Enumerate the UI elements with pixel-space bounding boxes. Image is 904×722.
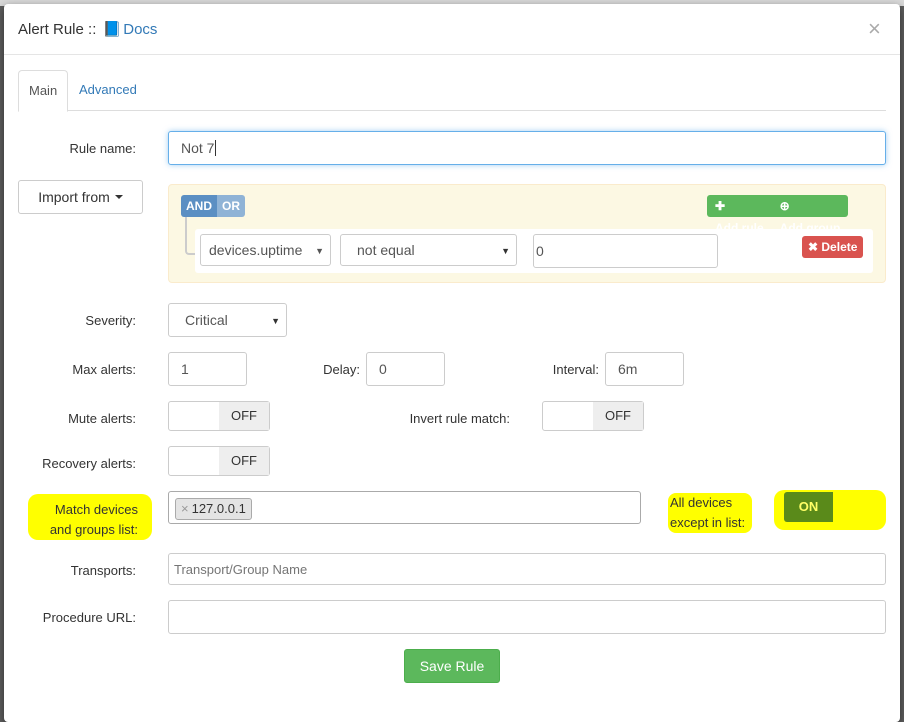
mute-alerts-toggle[interactable]: OFF — [168, 401, 270, 431]
invert-rule-toggle[interactable]: OFF — [542, 401, 644, 431]
add-rule-button[interactable]: ✚ Add rule — [707, 195, 772, 235]
delete-label: Delete — [821, 240, 858, 254]
recovery-alerts-state: OFF — [219, 447, 269, 475]
procedure-url-input[interactable] — [168, 600, 886, 634]
book-icon: 📘 — [102, 21, 122, 38]
all-devices-state: ON — [784, 492, 833, 522]
delay-value: 0 — [379, 361, 387, 377]
docs-label: Docs — [123, 21, 158, 38]
rule-value: 0 — [536, 243, 544, 259]
tab-bar: Main Advanced — [18, 70, 886, 112]
match-devices-select[interactable]: × 127.0.0.1 — [168, 491, 641, 524]
severity-value: Critical — [185, 312, 228, 328]
match-devices-label: Match devices and groups list: — [24, 500, 138, 540]
mute-alerts-state: OFF — [219, 402, 269, 430]
tab-main[interactable]: Main — [18, 70, 69, 112]
field-select-value: devices.uptime — [209, 242, 303, 258]
caret-down-icon — [114, 195, 123, 199]
save-rule-button[interactable]: Save Rule — [404, 649, 500, 683]
chevron-down-icon: ▼ — [315, 246, 324, 256]
add-buttons-group: ✚ Add rule ⊕ Add group — [707, 195, 849, 235]
and-button[interactable]: AND — [181, 195, 217, 217]
modal-title: Alert Rule :: 📘 Docs — [18, 20, 157, 38]
delete-icon: ✖ — [808, 240, 822, 254]
all-devices-label-line2: except in list: — [670, 515, 746, 530]
mute-alerts-label: Mute alerts: — [68, 411, 136, 426]
transports-label: Transports: — [70, 563, 136, 578]
rule-name-value: Not 7 — [181, 140, 215, 156]
delay-input[interactable]: 0 — [366, 352, 445, 386]
severity-select[interactable]: Critical ▼ — [168, 303, 287, 337]
add-group-button[interactable]: ⊕ Add group — [772, 195, 849, 235]
alert-rule-modal: Alert Rule :: 📘 Docs × Main Advanced Rule… — [4, 4, 900, 722]
query-builder: AND OR ✚ Add rule ⊕ Add group devices.up… — [168, 184, 886, 283]
severity-label: Severity: — [85, 313, 136, 328]
rule-row: devices.uptime ▼ not equal ▼ 0 ✖ Delete — [195, 229, 873, 273]
all-devices-toggle[interactable]: ON — [784, 492, 886, 522]
max-alerts-input[interactable]: 1 — [168, 352, 247, 386]
rule-value-input[interactable]: 0 — [533, 234, 718, 268]
transports-input[interactable] — [168, 553, 886, 585]
all-devices-label-line1: All devices — [670, 495, 733, 510]
or-button[interactable]: OR — [217, 195, 245, 217]
plus-icon: ✚ — [715, 199, 726, 213]
remove-tag-icon[interactable]: × — [181, 501, 189, 516]
max-alerts-label: Max alerts: — [72, 362, 136, 377]
recovery-alerts-label: Recovery alerts: — [42, 456, 136, 471]
docs-link[interactable]: 📘 Docs — [101, 21, 158, 38]
operator-select-value: not equal — [357, 242, 415, 258]
plus-circle-icon: ⊕ — [779, 199, 790, 213]
close-icon[interactable]: × — [868, 16, 881, 42]
delay-label: Delay: — [323, 362, 360, 377]
chevron-down-icon: ▼ — [271, 316, 280, 326]
delete-rule-button[interactable]: ✖ Delete — [802, 236, 864, 258]
rule-name-input[interactable]: Not 7 — [168, 131, 886, 165]
operator-select[interactable]: not equal ▼ — [340, 234, 517, 266]
text-cursor — [215, 140, 217, 156]
import-from-label: Import from — [38, 189, 110, 205]
tab-advanced[interactable]: Advanced — [69, 70, 147, 110]
import-from-button[interactable]: Import from — [18, 180, 143, 214]
invert-rule-label: Invert rule match: — [409, 411, 510, 426]
interval-label: Interval: — [552, 362, 599, 377]
modal-header: Alert Rule :: 📘 Docs × — [4, 4, 900, 55]
match-devices-label-line2: and groups list: — [49, 522, 138, 537]
interval-input[interactable]: 6m — [605, 352, 684, 386]
all-devices-label: All devices except in list: — [670, 493, 760, 533]
chevron-down-icon: ▼ — [501, 246, 510, 256]
device-tag-label: 127.0.0.1 — [191, 501, 246, 516]
modal-title-prefix: Alert Rule :: — [18, 21, 97, 38]
match-devices-label-line1: Match devices — [54, 502, 138, 517]
interval-value: 6m — [618, 361, 638, 377]
and-or-toggle: AND OR — [181, 195, 245, 217]
rule-name-label: Rule name: — [69, 141, 136, 156]
invert-rule-state: OFF — [593, 402, 643, 430]
procedure-url-label: Procedure URL: — [42, 610, 136, 625]
field-select[interactable]: devices.uptime ▼ — [200, 234, 331, 266]
max-alerts-value: 1 — [181, 361, 189, 377]
recovery-alerts-toggle[interactable]: OFF — [168, 446, 270, 476]
device-tag[interactable]: × 127.0.0.1 — [175, 498, 252, 520]
